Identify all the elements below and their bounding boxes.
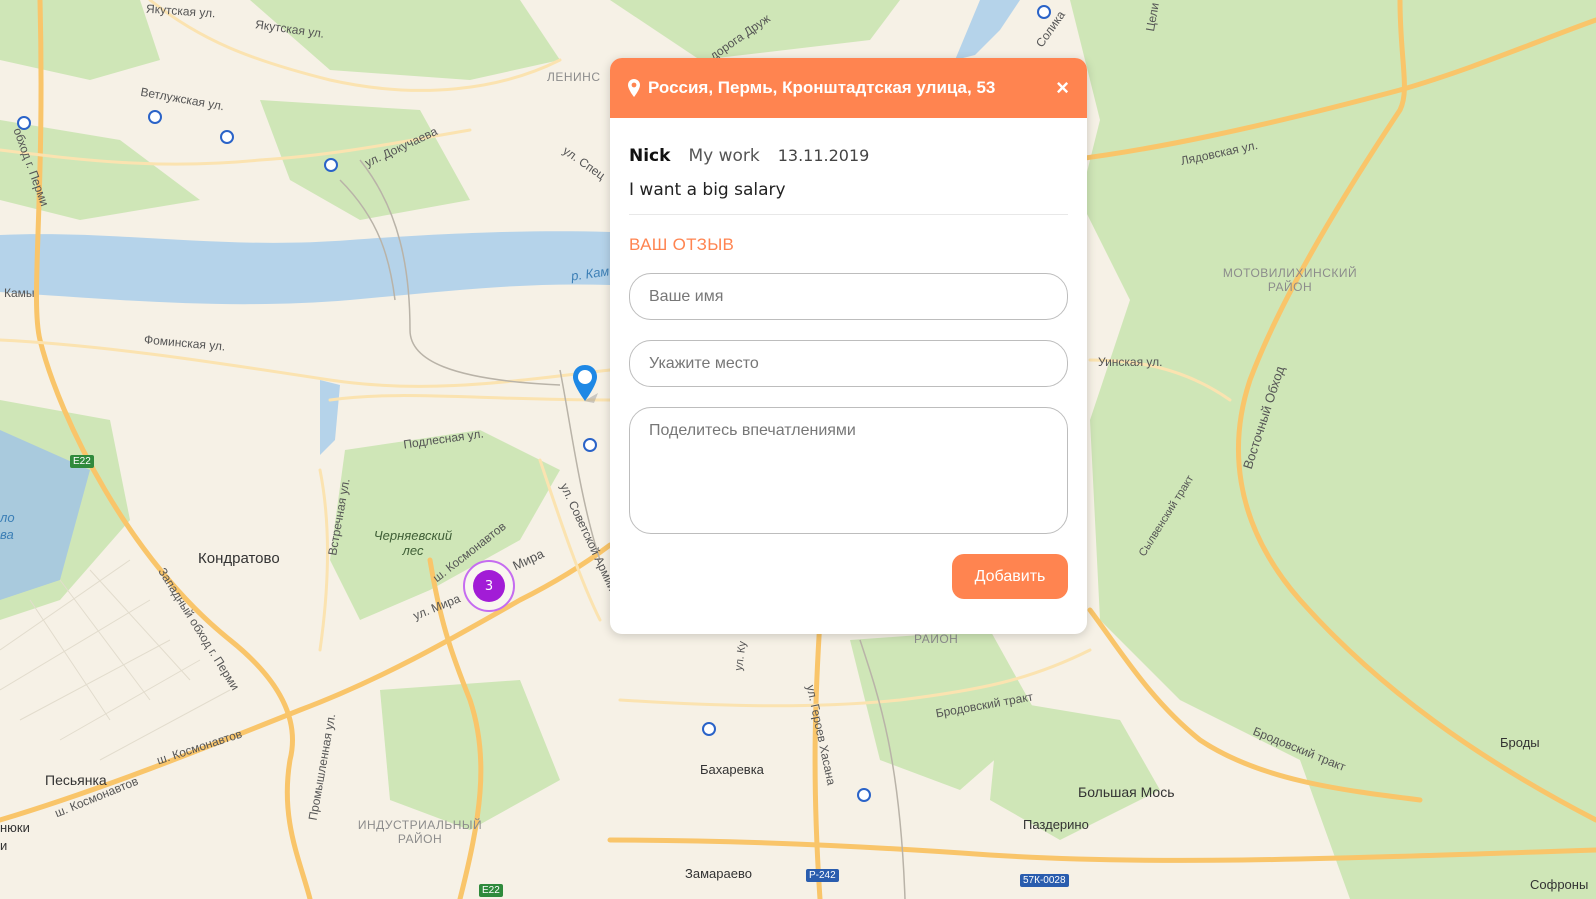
map-label-village: Песьянка bbox=[45, 772, 107, 788]
map-label-street: Уинская ул. bbox=[1098, 355, 1163, 369]
form-actions: Добавить bbox=[629, 554, 1068, 599]
impressions-textarea[interactable] bbox=[629, 407, 1068, 534]
placemark-pin-icon[interactable] bbox=[570, 363, 600, 411]
name-input[interactable] bbox=[629, 273, 1068, 320]
map-label-village: Замараево bbox=[685, 866, 752, 881]
review-meta: Nick My work 13.11.2019 bbox=[629, 146, 1068, 166]
review-text: I want a big salary bbox=[629, 180, 786, 200]
map-label-village: Паздерино bbox=[1023, 817, 1089, 832]
placemark-cluster[interactable]: 3 bbox=[463, 560, 515, 612]
divider bbox=[629, 214, 1068, 215]
transit-stop-icon bbox=[17, 116, 31, 130]
transit-stop-icon bbox=[148, 110, 162, 124]
review-popup: Россия, Пермь, Кронштадтская улица, 53 ×… bbox=[610, 58, 1087, 634]
transit-stop-icon bbox=[1037, 5, 1051, 19]
transit-stop-icon bbox=[857, 788, 871, 802]
popup-address: Россия, Пермь, Кронштадтская улица, 53 bbox=[648, 78, 996, 97]
transit-stop-icon bbox=[702, 722, 716, 736]
map-label-village: нюки bbox=[0, 820, 30, 835]
map-label-forest: Черняевский лес bbox=[373, 528, 453, 558]
map-label-village: Бахаревка bbox=[700, 762, 764, 777]
review-author: Nick bbox=[629, 146, 671, 166]
map-label-city: Кондратово bbox=[198, 550, 280, 567]
place-input[interactable] bbox=[629, 340, 1068, 387]
map-label-district: ИНДУСТРИАЛЬНЫЙ РАЙОН bbox=[357, 818, 483, 846]
popup-header: Россия, Пермь, Кронштадтская улица, 53 × bbox=[610, 58, 1087, 118]
location-pin-icon bbox=[628, 79, 640, 97]
close-button[interactable]: × bbox=[1056, 77, 1069, 99]
map-label-district: РАЙОН bbox=[914, 632, 959, 646]
transit-stop-icon bbox=[324, 158, 338, 172]
add-button[interactable]: Добавить bbox=[952, 554, 1068, 599]
popup-body: Nick My work 13.11.2019 I want a big sal… bbox=[610, 118, 1087, 599]
map-label-lake: ло bbox=[0, 510, 15, 525]
map-label-district: МОТОВИЛИХИНСКИЙ РАЙОН bbox=[1222, 266, 1358, 294]
route-shield: 57К-0028 bbox=[1020, 874, 1069, 887]
map-label-village: Броды bbox=[1500, 735, 1540, 750]
map-label-village: Софроны bbox=[1530, 877, 1589, 892]
route-shield: Р-242 bbox=[806, 869, 839, 882]
transit-stop-icon bbox=[220, 130, 234, 144]
transit-stop-icon bbox=[583, 438, 597, 452]
map-label-village: Большая Мось bbox=[1078, 784, 1175, 800]
review-date: 13.11.2019 bbox=[777, 146, 870, 165]
route-shield: E22 bbox=[479, 884, 503, 897]
map-label-lake: ва bbox=[0, 527, 14, 542]
map-label-village: и bbox=[0, 838, 8, 853]
map-label-district: ЛЕНИНС bbox=[547, 70, 601, 84]
route-shield: E22 bbox=[70, 455, 94, 468]
review-place: My work bbox=[688, 146, 760, 166]
map-label-street: Камы bbox=[4, 286, 35, 300]
cluster-count: 3 bbox=[473, 570, 505, 602]
review-form-title: ВАШ ОТЗЫВ bbox=[629, 235, 735, 254]
